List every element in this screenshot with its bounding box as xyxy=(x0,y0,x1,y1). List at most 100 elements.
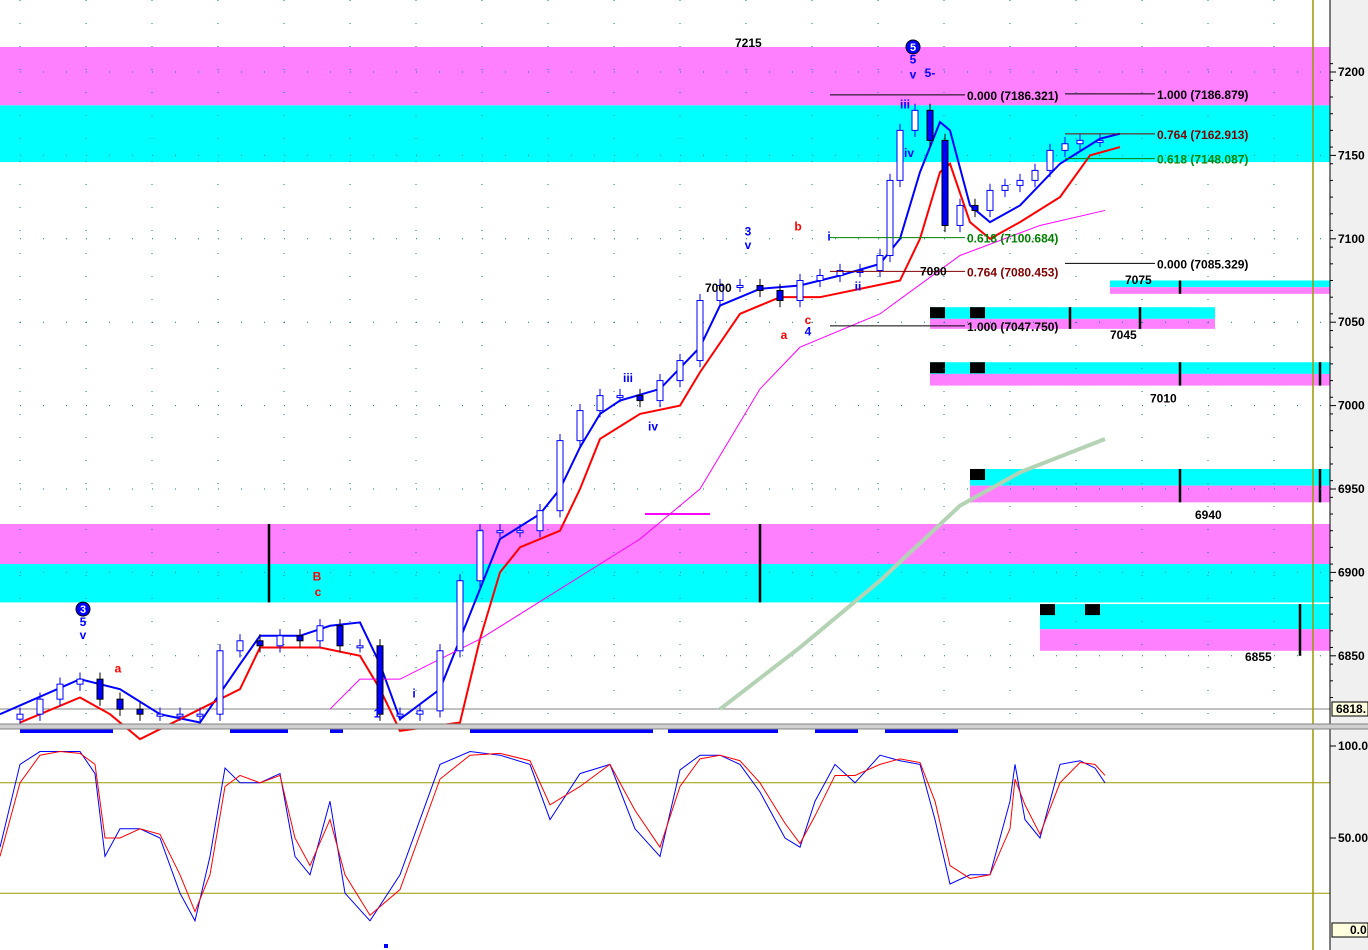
candle-body xyxy=(656,380,664,402)
zone-band xyxy=(1040,604,1330,630)
candle-body xyxy=(516,530,524,534)
zone-label: 7215 xyxy=(735,36,762,50)
zone-band xyxy=(930,373,1330,386)
candle-body xyxy=(736,285,744,289)
wave-circle-label: 3 xyxy=(80,604,86,616)
fib-label: 1.000 (7047.750) xyxy=(967,320,1058,334)
candle-body xyxy=(316,625,324,642)
wave-label: iv xyxy=(648,420,658,434)
zone-marker xyxy=(970,468,985,480)
candle-body xyxy=(276,635,284,647)
candle-body xyxy=(396,713,404,717)
axis-tick-label: 7000 xyxy=(1338,399,1365,413)
candle-body xyxy=(536,510,544,532)
oscillator-d xyxy=(0,751,1106,917)
signal-bar xyxy=(230,729,288,733)
wave-label: b xyxy=(794,219,801,233)
candle-body xyxy=(1001,184,1009,191)
axis-tick-label: 6900 xyxy=(1338,565,1365,579)
fib-label: 0.764 (7080.453) xyxy=(967,265,1058,279)
zone-label: 6940 xyxy=(1195,508,1222,522)
zone-band xyxy=(970,485,1330,503)
axis-tick-label: 6850 xyxy=(1338,649,1365,663)
wave-label: v xyxy=(80,628,87,642)
candle-body xyxy=(1096,139,1104,143)
zone-band xyxy=(1110,287,1330,294)
wave-circle-label: 5 xyxy=(910,42,916,54)
candle-body xyxy=(376,645,384,715)
candle-body xyxy=(616,395,624,399)
candlesticks xyxy=(16,103,1104,726)
axis-tick-label: 7200 xyxy=(1338,65,1365,79)
zone-label: 7080 xyxy=(920,264,947,278)
fib-label: 0.000 (7085.329) xyxy=(1157,257,1248,271)
stochastic-oscillator xyxy=(0,729,1330,948)
fib-label: 0.764 (7162.913) xyxy=(1157,128,1248,142)
candle-body xyxy=(556,440,564,512)
candle-body xyxy=(971,204,979,211)
zone-marker xyxy=(930,307,945,319)
series-lower-band xyxy=(19,146,1121,741)
zone-label: 7075 xyxy=(1125,273,1152,287)
candle-body xyxy=(256,640,264,647)
zone-band xyxy=(0,524,1330,565)
candle-body xyxy=(96,678,104,700)
candle-body xyxy=(176,713,184,717)
wave-label: 5 xyxy=(910,53,917,67)
axis-tick-label: 7150 xyxy=(1338,148,1365,162)
indicator-lines xyxy=(0,120,1121,741)
candle-body xyxy=(756,285,764,292)
signal-bar xyxy=(330,729,343,733)
zone-label: 6855 xyxy=(1245,650,1272,664)
candle-body xyxy=(911,109,919,131)
fib-label: 0.000 (7186.321) xyxy=(967,89,1058,103)
zone-band xyxy=(0,46,1330,106)
oscillator-axis-label: 50.00 xyxy=(1338,831,1368,845)
candle-body xyxy=(496,530,504,534)
candle-body xyxy=(456,580,464,652)
candle-body xyxy=(196,713,204,717)
price-chart[interactable]: 0.000 (7186.321) 1.000 (7186.879) 0.764 (7… xyxy=(0,0,1368,950)
candle-body xyxy=(1061,143,1069,151)
panel-divider[interactable] xyxy=(0,724,1368,729)
candle-body xyxy=(886,179,894,256)
wave-label: 5 xyxy=(80,615,87,629)
zone-band xyxy=(930,362,1330,374)
candle-body xyxy=(76,678,84,685)
oscillator-k xyxy=(0,751,1106,923)
zone-band xyxy=(1040,629,1330,651)
wave-label: 4 xyxy=(805,325,812,339)
candle-body xyxy=(876,254,884,271)
candle-body xyxy=(956,204,964,226)
candle-body xyxy=(1016,179,1024,186)
candle-body xyxy=(636,395,644,402)
zone-marker xyxy=(1040,604,1055,616)
last-price-label: 6818. xyxy=(1336,702,1366,716)
zone-label: 7010 xyxy=(1150,391,1177,405)
candle-body xyxy=(116,698,124,710)
candle-body xyxy=(576,410,584,442)
candle-body xyxy=(356,645,364,649)
signal-bar xyxy=(815,729,858,733)
wave-label: iii xyxy=(900,98,910,112)
zone-marker xyxy=(930,362,945,374)
candle-body xyxy=(56,683,64,700)
wave-label: 1 xyxy=(374,707,381,721)
candle-body xyxy=(986,189,994,211)
candle-body xyxy=(796,280,804,302)
signal-dot xyxy=(384,944,388,948)
wave-label: i xyxy=(412,687,415,701)
wave-label: a xyxy=(115,661,122,675)
candle-body xyxy=(156,713,164,717)
wave-label: v xyxy=(745,238,752,252)
wave-label: 5- xyxy=(925,66,936,80)
price-axis-background xyxy=(1330,0,1368,950)
zone-band xyxy=(0,564,1330,603)
wave-label: i xyxy=(827,229,830,243)
zone-label: 7045 xyxy=(1110,328,1137,342)
candle-body xyxy=(816,274,824,282)
candle-body xyxy=(136,708,144,715)
wave-label: ii xyxy=(855,280,862,294)
candle-body xyxy=(896,129,904,181)
zone-label: 7000 xyxy=(705,281,732,295)
